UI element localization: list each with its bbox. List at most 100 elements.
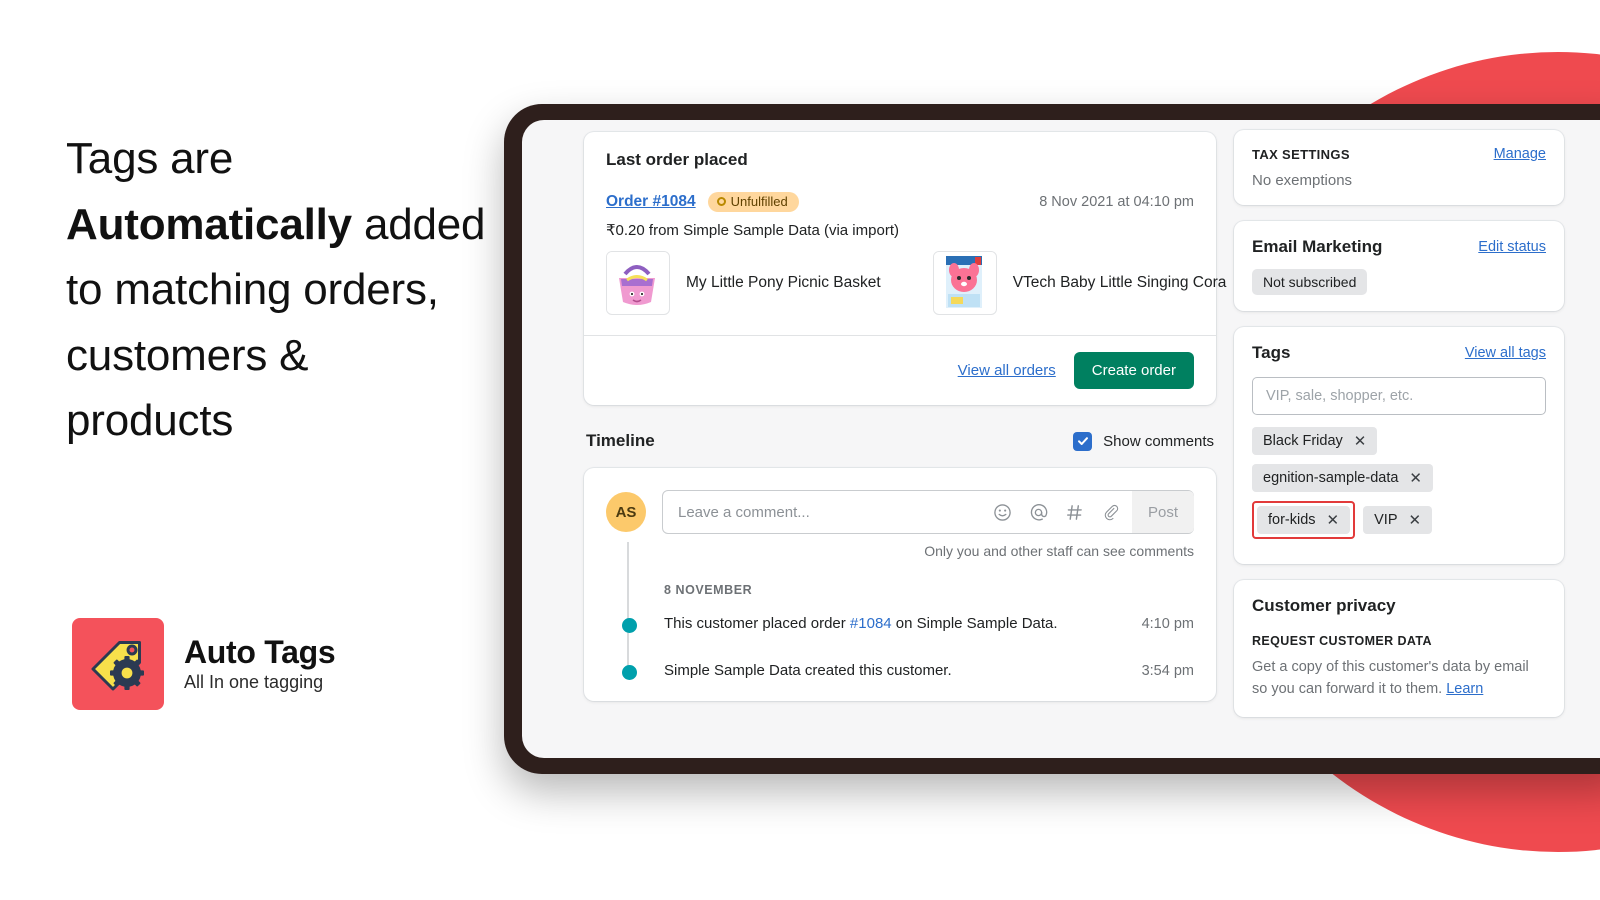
promo-graphic: Tags are Automatically added to matching… bbox=[0, 0, 1600, 900]
last-order-heading: Last order placed bbox=[606, 150, 748, 169]
show-comments-checkbox[interactable] bbox=[1073, 431, 1093, 451]
request-customer-data-title: REQUEST CUSTOMER DATA bbox=[1252, 634, 1432, 648]
tax-settings-header: TAX SETTINGS Manage bbox=[1252, 146, 1546, 162]
page-title: Tags are Automatically added to matching… bbox=[66, 126, 486, 454]
unfulfilled-dot-icon bbox=[716, 197, 726, 206]
app-tagline: All In one tagging bbox=[184, 671, 324, 692]
comment-input[interactable]: Leave a comment... bbox=[678, 504, 993, 521]
pony-picnic-basket-thumb bbox=[606, 251, 670, 315]
view-all-tags-link[interactable]: View all tags bbox=[1465, 345, 1546, 361]
order-items: My Little Pony Picnic Basket VTech Baby … bbox=[606, 251, 1226, 335]
timeline-dot-icon bbox=[622, 665, 637, 680]
tag-row: Black Friday ✕ bbox=[1252, 427, 1546, 455]
status-badge-label: Unfulfilled bbox=[730, 194, 788, 209]
tag-label: for-kids bbox=[1268, 512, 1316, 528]
privacy-body-text: Get a copy of this customer's data by em… bbox=[1252, 659, 1529, 698]
customer-privacy-title: Customer privacy bbox=[1252, 596, 1396, 615]
timeline-order-link[interactable]: #1084 bbox=[850, 615, 892, 632]
main-column: Last order placed Order #1084 Unfulfille… bbox=[522, 120, 1226, 758]
request-customer-data-body: Get a copy of this customer's data by em… bbox=[1252, 656, 1546, 701]
post-comment-button[interactable]: Post bbox=[1132, 491, 1194, 533]
tax-settings-title: TAX SETTINGS bbox=[1252, 146, 1350, 162]
tag-row: egnition-sample-data ✕ bbox=[1252, 464, 1546, 492]
tag-gear-icon bbox=[91, 641, 144, 691]
timeline-date-group: 8 NOVEMBER bbox=[664, 583, 753, 597]
timeline-event-time: 3:54 pm bbox=[1141, 662, 1194, 679]
remove-tag-icon[interactable]: ✕ bbox=[1409, 471, 1422, 486]
tag-list: Black Friday ✕ egnition-sample-data ✕ fo… bbox=[1252, 427, 1546, 539]
tax-settings-card: TAX SETTINGS Manage No exemptions bbox=[1234, 130, 1564, 205]
timeline-event-text: This customer placed order #1084 on Simp… bbox=[664, 615, 1058, 632]
comment-privacy-note: Only you and other staff can see comment… bbox=[924, 543, 1194, 559]
edit-status-link[interactable]: Edit status bbox=[1478, 239, 1546, 255]
promo-copy: Tags are Automatically added to matching… bbox=[66, 126, 486, 454]
comment-input-wrap[interactable]: Leave a comment... Post bbox=[662, 490, 1194, 534]
remove-tag-icon[interactable]: ✕ bbox=[1409, 513, 1422, 528]
view-all-orders-link[interactable]: View all orders bbox=[958, 362, 1056, 379]
tag-label: Black Friday bbox=[1263, 433, 1343, 449]
customer-privacy-card: Customer privacy REQUEST CUSTOMER DATA G… bbox=[1234, 580, 1564, 717]
show-comments-toggle[interactable]: Show comments bbox=[1073, 431, 1214, 451]
attachment-icon[interactable] bbox=[1101, 503, 1120, 522]
comment-composer: AS Leave a comment... Post bbox=[606, 490, 1194, 534]
tags-input-placeholder: VIP, sale, shopper, etc. bbox=[1266, 388, 1414, 404]
sidebar-column: TAX SETTINGS Manage No exemptions Email … bbox=[1234, 120, 1564, 758]
order-number-link[interactable]: Order #1084 bbox=[606, 193, 696, 211]
mention-icon[interactable] bbox=[1029, 503, 1048, 522]
email-marketing-header: Email Marketing Edit status bbox=[1252, 237, 1546, 257]
order-subtitle: ₹0.20 from Simple Sample Data (via impor… bbox=[606, 222, 899, 239]
brand-lockup: Auto Tags All In one tagging bbox=[72, 618, 336, 710]
remove-tag-icon[interactable]: ✕ bbox=[1354, 434, 1367, 449]
last-order-card: Last order placed Order #1084 Unfulfille… bbox=[584, 132, 1226, 405]
order-card-footer: View all orders Create order bbox=[584, 335, 1216, 405]
order-item[interactable]: My Little Pony Picnic Basket bbox=[606, 251, 881, 315]
device-screen: Last order placed Order #1084 Unfulfille… bbox=[522, 120, 1600, 758]
timeline-title: Timeline bbox=[586, 431, 655, 450]
tag-chip[interactable]: egnition-sample-data ✕ bbox=[1252, 464, 1433, 492]
tags-title: Tags bbox=[1252, 343, 1291, 362]
tags-input[interactable]: VIP, sale, shopper, etc. bbox=[1252, 377, 1546, 415]
privacy-learn-link[interactable]: Learn bbox=[1446, 681, 1483, 697]
tags-card: Tags View all tags VIP, sale, shopper, e… bbox=[1234, 327, 1564, 564]
headline-emphasis: Automatically bbox=[66, 199, 352, 249]
timeline-card: AS Leave a comment... Post Only you and … bbox=[584, 468, 1216, 701]
tax-exemptions-value: No exemptions bbox=[1252, 172, 1353, 189]
create-order-button[interactable]: Create order bbox=[1073, 352, 1194, 389]
email-subscription-status: Not subscribed bbox=[1252, 269, 1368, 295]
headline-part-1: Tags are bbox=[66, 134, 234, 183]
device-frame: Last order placed Order #1084 Unfulfille… bbox=[504, 104, 1600, 774]
tag-highlight-box: for-kids ✕ bbox=[1252, 501, 1356, 539]
timeline-event-text-after: on Simple Sample Data. bbox=[891, 615, 1058, 632]
timeline-event-text-before: This customer placed order bbox=[664, 615, 850, 632]
avatar: AS bbox=[606, 492, 646, 532]
timeline-rail bbox=[627, 542, 629, 667]
order-item-name: My Little Pony Picnic Basket bbox=[686, 274, 881, 291]
email-marketing-title: Email Marketing bbox=[1252, 237, 1383, 256]
tag-chip[interactable]: for-kids ✕ bbox=[1257, 506, 1351, 534]
check-icon bbox=[1077, 437, 1088, 445]
tag-chip[interactable]: VIP ✕ bbox=[1363, 506, 1433, 534]
order-date: 8 Nov 2021 at 04:10 pm bbox=[1039, 194, 1194, 210]
timeline-event: Simple Sample Data created this customer… bbox=[606, 662, 1194, 680]
show-comments-label: Show comments bbox=[1103, 432, 1214, 450]
remove-tag-icon[interactable]: ✕ bbox=[1327, 513, 1340, 528]
emoji-icon[interactable] bbox=[993, 503, 1012, 522]
status-badge: Unfulfilled bbox=[707, 192, 799, 212]
app-logo bbox=[72, 618, 164, 710]
order-summary-row: Order #1084 Unfulfilled 8 Nov 2021 at 04… bbox=[606, 192, 1194, 212]
hashtag-icon[interactable] bbox=[1065, 503, 1084, 522]
timeline-header: Timeline Show comments bbox=[584, 431, 1216, 451]
tag-row: for-kids ✕ VIP ✕ bbox=[1252, 501, 1546, 539]
timeline-event-text: Simple Sample Data created this customer… bbox=[664, 662, 952, 679]
app-name: Auto Tags bbox=[184, 633, 336, 670]
manage-tax-link[interactable]: Manage bbox=[1494, 146, 1546, 162]
timeline-dot-icon bbox=[622, 618, 637, 633]
tag-label: VIP bbox=[1374, 512, 1398, 528]
order-item[interactable]: VTech Baby Little Singing Cora bbox=[932, 251, 1227, 315]
tags-header: Tags View all tags bbox=[1252, 343, 1546, 363]
timeline-event: This customer placed order #1084 on Simp… bbox=[606, 615, 1194, 633]
tag-chip[interactable]: Black Friday ✕ bbox=[1252, 427, 1378, 455]
composer-icons bbox=[993, 503, 1132, 522]
tag-label: egnition-sample-data bbox=[1263, 470, 1399, 486]
order-item-name: VTech Baby Little Singing Cora bbox=[1012, 274, 1227, 291]
